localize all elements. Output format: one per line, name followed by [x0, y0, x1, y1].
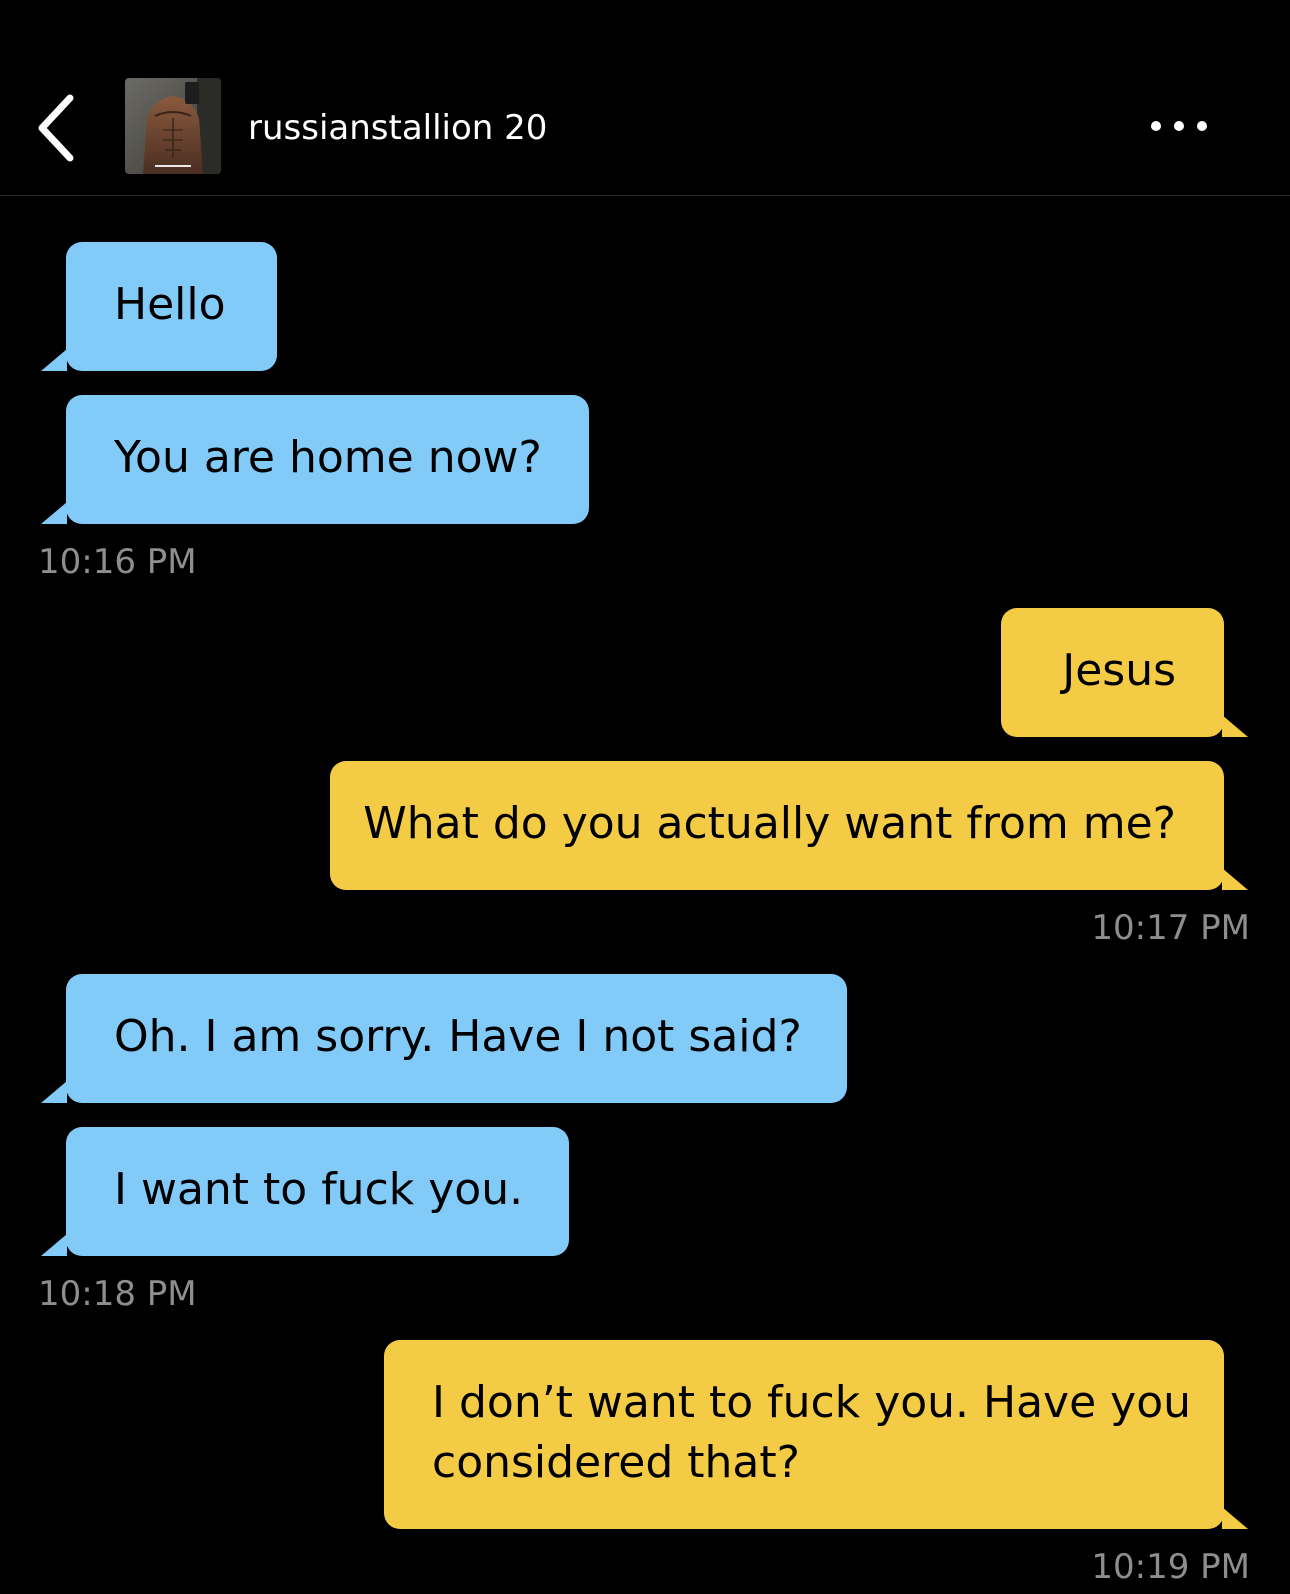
- incoming-message[interactable]: I want to fuck you.: [66, 1127, 569, 1256]
- bubble-tail: [1222, 1507, 1248, 1529]
- incoming-message[interactable]: Hello: [66, 242, 277, 371]
- incoming-message[interactable]: You are home now?: [66, 395, 589, 524]
- outgoing-message[interactable]: I don’t want to fuck you. Have you consi…: [384, 1340, 1224, 1529]
- message-text-line-1: I don’t want to fuck you. Have you: [432, 1377, 1191, 1428]
- bubble-tail: [41, 349, 67, 371]
- message-timestamp: 10:18 PM: [38, 1274, 197, 1314]
- back-button[interactable]: [30, 88, 86, 168]
- profile-name[interactable]: russianstallion 20: [248, 106, 547, 150]
- outgoing-message[interactable]: What do you actually want from me?: [330, 761, 1224, 890]
- bubble-tail: [1222, 715, 1248, 737]
- bubble-tail: [1222, 868, 1248, 890]
- more-horizontal-icon: [1151, 121, 1207, 131]
- message-text: Jesus: [1062, 645, 1176, 696]
- outgoing-message[interactable]: Jesus: [1001, 608, 1224, 737]
- avatar[interactable]: [125, 78, 221, 174]
- message-text: What do you actually want from me?: [363, 798, 1176, 849]
- message-timestamp: 10:17 PM: [1091, 908, 1250, 948]
- chevron-left-icon: [38, 94, 74, 162]
- message-timestamp: 10:19 PM: [1091, 1547, 1250, 1587]
- incoming-message[interactable]: Oh. I am sorry. Have I not said?: [66, 974, 847, 1103]
- message-text: I want to fuck you.: [114, 1164, 524, 1215]
- bubble-tail: [41, 502, 67, 524]
- message-text-line-2: considered that?: [432, 1437, 800, 1488]
- avatar-photo: [125, 78, 221, 174]
- bubble-tail: [41, 1081, 67, 1103]
- message-text: Oh. I am sorry. Have I not said?: [114, 1011, 802, 1062]
- message-text: Hello: [114, 279, 226, 330]
- more-options-button[interactable]: [1150, 106, 1230, 146]
- chat-header: russianstallion 20: [0, 0, 1290, 196]
- message-text: You are home now?: [114, 432, 542, 483]
- message-timestamp: 10:16 PM: [38, 542, 197, 582]
- bubble-tail: [41, 1234, 67, 1256]
